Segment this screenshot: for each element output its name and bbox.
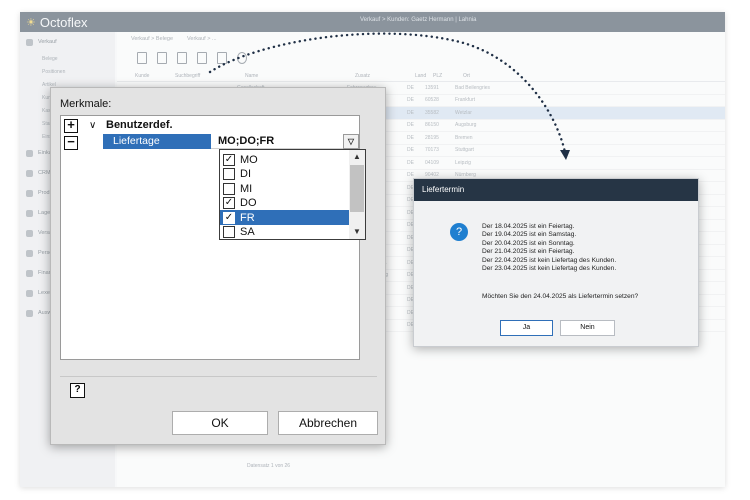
checkbox[interactable]: ✓ (223, 197, 235, 209)
ja-button[interactable]: Ja (500, 320, 553, 336)
liefertermin-question: Möchten Sie den 24.04.2025 als Lieferter… (482, 293, 639, 300)
scroll-down-icon[interactable]: ▼ (349, 225, 365, 239)
checkbox[interactable] (223, 182, 235, 195)
weekday-option-di[interactable]: DI (220, 167, 350, 182)
divider (60, 376, 377, 377)
weekday-label: MI (240, 182, 253, 195)
scroll-thumb[interactable] (350, 165, 364, 212)
chevron-down-icon[interactable]: ∨ (89, 120, 96, 131)
screenshot-stage: ☀ Octoflex Verkauf > Kunden: Gaetz Herma… (0, 0, 750, 500)
liefertermin-title: Liefertermin (414, 179, 698, 201)
weekday-option-fr[interactable]: ✓ FR (220, 210, 350, 225)
message-line: Der 22.04.2025 ist kein Liefertag des Ku… (482, 256, 617, 264)
checkbox[interactable] (223, 168, 235, 180)
message-line: Der 23.04.2025 ist kein Liefertag des Ku… (482, 265, 617, 273)
weekday-option-mi[interactable]: MI (220, 181, 350, 196)
weekday-checklist[interactable]: SA ✓ FR ✓ DO MI DI ✓ MO ▲ ▼ (219, 149, 366, 240)
liefertage-row[interactable]: Liefertage MO;DO;FR ▽ (103, 134, 359, 149)
liefertage-value[interactable]: MO;DO;FR ▽ (211, 134, 359, 149)
question-icon: ? (450, 223, 468, 241)
scroll-up-icon[interactable]: ▲ (349, 150, 365, 164)
merkmale-tree: + − ∨ Benutzerdef. Liefertage MO;DO;FR ▽… (60, 115, 366, 398)
liefertage-value-text: MO;DO;FR (218, 135, 275, 147)
weekday-option-sa[interactable]: SA (220, 225, 350, 240)
liefertermin-dialog: Liefertermin ? Der 18.04.2025 ist ein Fe… (413, 178, 699, 347)
liefertermin-messages: Der 18.04.2025 ist ein Feiertag. Der 19.0… (482, 223, 616, 273)
group-benutzerdef: Benutzerdef. (106, 119, 173, 131)
message-line: Der 21.04.2025 ist ein Feiertag. (482, 248, 575, 256)
message-line: Der 19.04.2025 ist ein Samstag. (482, 231, 577, 239)
dropdown-chevron-icon[interactable]: ▽ (343, 134, 359, 149)
merkmale-label: Merkmale: (60, 98, 112, 110)
checkbox[interactable]: ✓ (223, 211, 235, 224)
weekday-label: MO (240, 153, 258, 166)
checklist-scrollbar[interactable]: ▲ ▼ (349, 150, 365, 239)
nein-button[interactable]: Nein (560, 320, 615, 336)
liefertage-label: Liefertage (103, 134, 211, 149)
checkbox[interactable]: ✓ (223, 153, 235, 166)
help-icon[interactable]: ? (70, 383, 85, 398)
ok-button[interactable]: OK (172, 411, 268, 435)
abbrechen-button[interactable]: Abbrechen (278, 411, 378, 435)
expand-plus-icon[interactable]: + (64, 118, 78, 133)
message-line: Der 20.04.2025 ist ein Sonntag. (482, 239, 575, 247)
collapse-minus-icon[interactable]: − (64, 135, 78, 150)
merkmale-dialog: Merkmale: + − ∨ Benutzerdef. Liefertage … (50, 87, 386, 445)
weekday-label: FR (240, 211, 255, 224)
weekday-label: DI (240, 168, 251, 180)
message-line: Der 18.04.2025 ist ein Feiertag. (482, 223, 575, 230)
weekday-option-do[interactable]: ✓ DO (220, 196, 350, 211)
weekday-label: DO (240, 197, 257, 209)
weekday-label: SA (240, 226, 255, 238)
weekday-option-mo[interactable]: ✓ MO (220, 152, 350, 167)
checkbox[interactable] (223, 226, 235, 238)
